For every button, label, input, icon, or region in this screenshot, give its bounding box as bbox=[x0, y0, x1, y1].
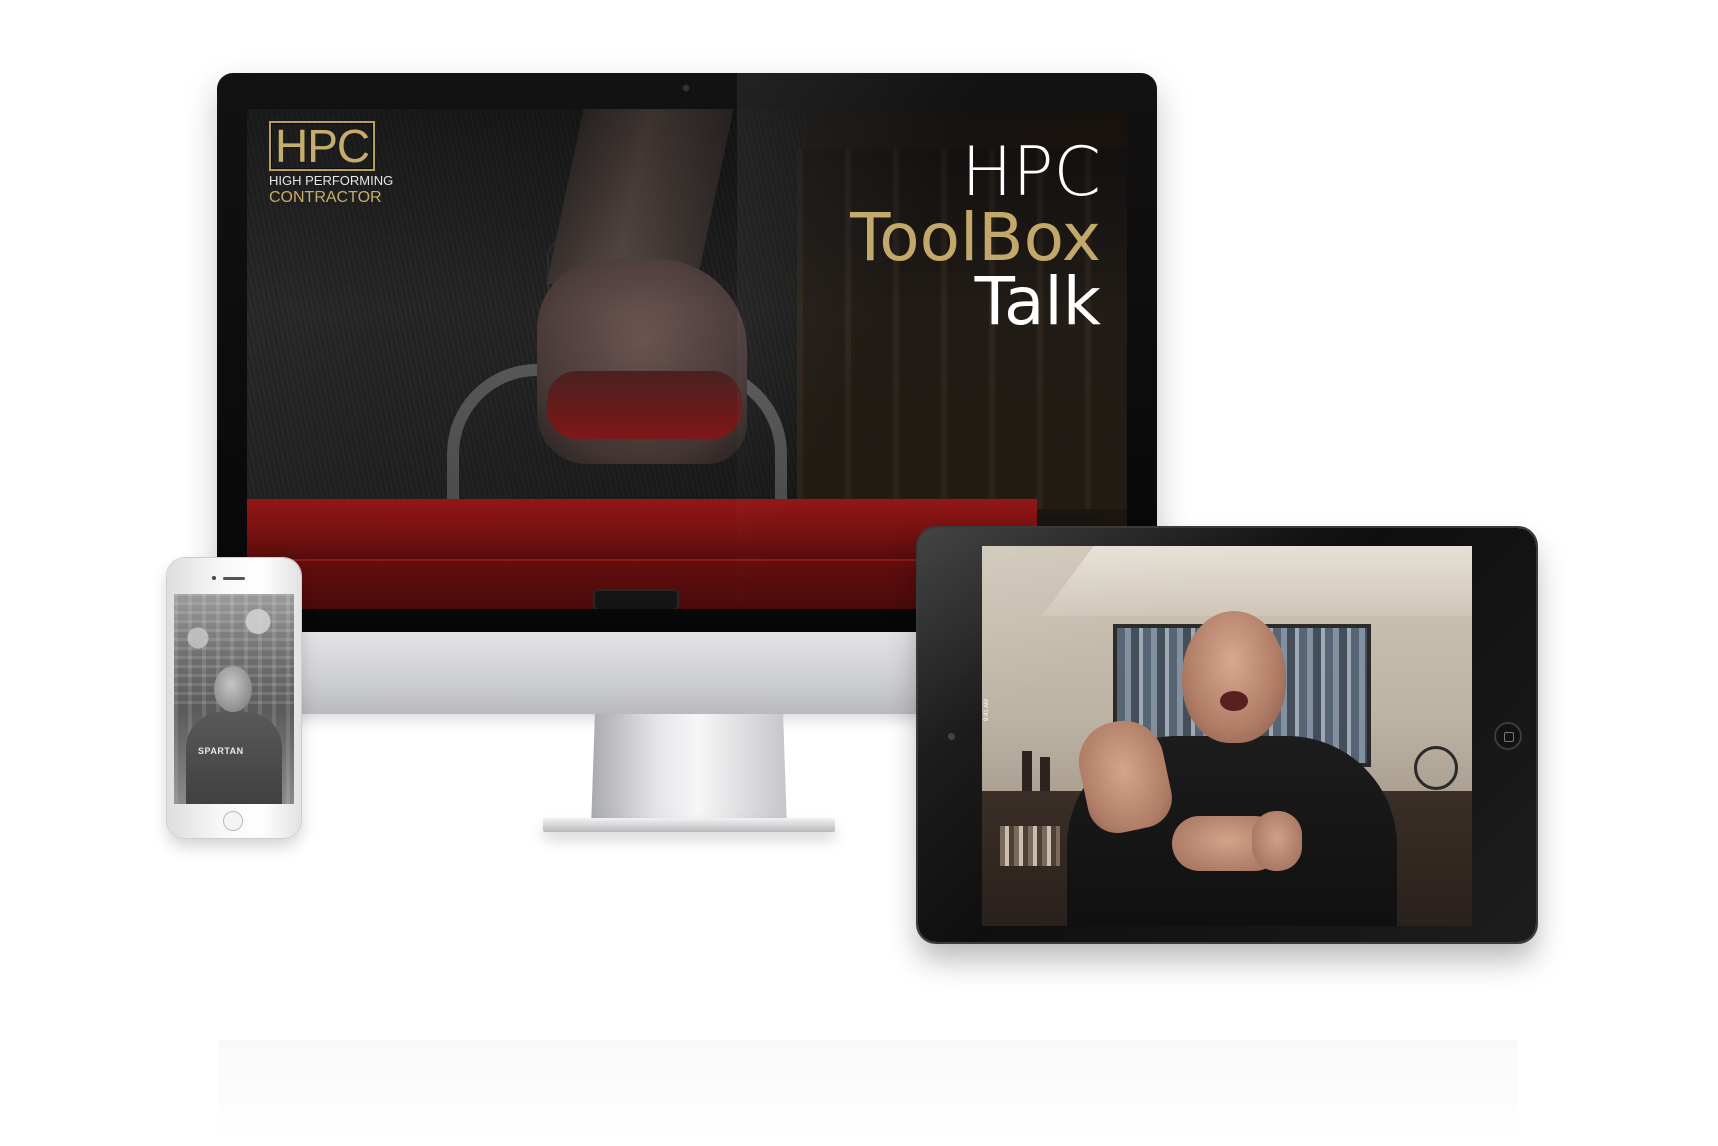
title-line-hpc: HPC bbox=[961, 133, 1101, 212]
candle-holder bbox=[1040, 757, 1050, 791]
speaker-head-image bbox=[1182, 611, 1286, 743]
iphone-home-button bbox=[223, 811, 243, 831]
logo-tagline-line2: CONTRACTOR bbox=[269, 189, 382, 206]
imac-stand-neck bbox=[591, 714, 787, 828]
hpc-logo: HPC HIGH PERFORMING CONTRACTOR bbox=[269, 121, 429, 207]
speaker-mouth bbox=[1220, 691, 1248, 711]
room-ceiling bbox=[1042, 546, 1472, 616]
shirt-logo-text: SPARTAN bbox=[198, 746, 244, 756]
floor-reflection bbox=[218, 1040, 1518, 1146]
title-line-talk: Talk bbox=[974, 263, 1101, 340]
logo-mark: HPC bbox=[269, 121, 376, 171]
title-block: HPC ToolBox Talk bbox=[850, 139, 1101, 335]
iphone-screen: SPARTAN bbox=[174, 594, 294, 804]
logo-tagline-line1: HIGH PERFORMING bbox=[269, 173, 394, 188]
decorative-sphere bbox=[1414, 746, 1458, 790]
ipad-screen: 9:41 AM bbox=[982, 546, 1472, 926]
ipad-home-button bbox=[1494, 722, 1522, 750]
iphone-speaker bbox=[223, 577, 245, 580]
imac-camera bbox=[683, 85, 689, 91]
iphone-camera bbox=[212, 576, 216, 580]
shelf-books bbox=[1000, 826, 1060, 866]
candle-holder bbox=[1022, 751, 1032, 791]
person-head-image bbox=[214, 666, 252, 712]
ipad-status-time: 9:41 AM bbox=[984, 698, 990, 721]
ipad-camera bbox=[948, 733, 955, 740]
title-line-toolbox: ToolBox bbox=[850, 199, 1101, 276]
speaker-hand bbox=[1252, 811, 1302, 871]
ipad-device: 9:41 AM bbox=[918, 528, 1536, 942]
person-body-image bbox=[186, 712, 282, 804]
imac-stand-foot bbox=[543, 818, 835, 832]
iphone-device: SPARTAN bbox=[167, 558, 301, 838]
